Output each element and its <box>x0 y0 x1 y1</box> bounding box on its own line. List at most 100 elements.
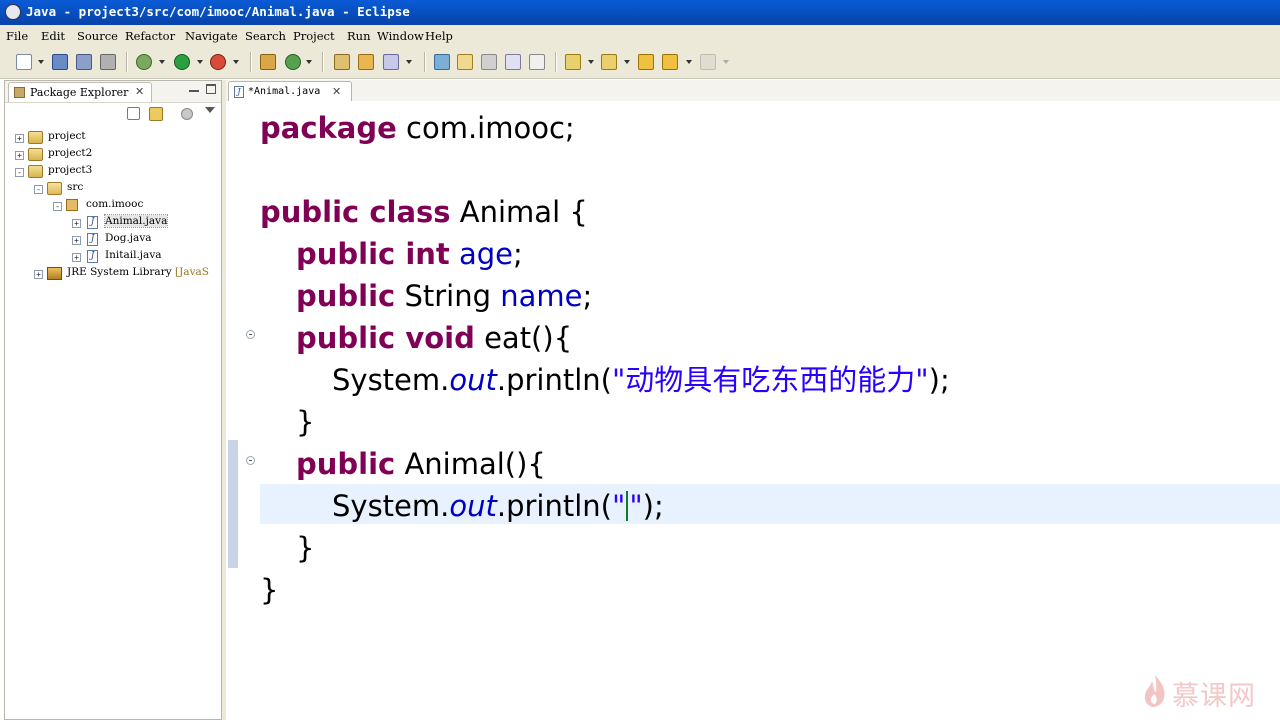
menu-navigate[interactable]: Navigate <box>185 29 238 43</box>
collapse-icon[interactable]: - <box>34 185 43 194</box>
menu-source[interactable]: Source <box>77 29 118 43</box>
collapse-all-icon[interactable] <box>127 107 140 120</box>
toolbar-separator <box>424 52 426 72</box>
library-suffix: [JavaS <box>175 266 209 278</box>
expand-icon[interactable]: + <box>72 236 81 245</box>
project-folder-icon <box>28 131 43 144</box>
expand-icon[interactable]: + <box>72 219 81 228</box>
tree-item-label: com.imooc <box>86 198 144 210</box>
java-file-icon: J <box>234 86 244 98</box>
project-folder-icon <box>28 165 43 178</box>
tree-item-label: src <box>67 181 84 193</box>
code-line-9: public Animal(){ <box>296 447 546 481</box>
close-icon[interactable]: ✕ <box>332 85 341 98</box>
change-marker <box>228 440 238 568</box>
package-explorer-panel: Package Explorer ✕ + project + project2 … <box>4 80 222 720</box>
code-line-5: public String name; <box>296 279 593 313</box>
collapse-icon[interactable]: - <box>53 202 62 211</box>
text-cursor <box>626 491 629 521</box>
save-icon[interactable] <box>52 54 68 70</box>
forward-dropdown-icon[interactable] <box>723 60 729 64</box>
search-dropdown-icon[interactable] <box>406 60 412 64</box>
toggle-mark-occurrences-icon[interactable] <box>434 54 450 70</box>
java-file-icon: J <box>87 250 98 263</box>
new-java-package-icon[interactable] <box>260 54 276 70</box>
toolbar-separator <box>126 52 128 72</box>
back-icon[interactable] <box>662 54 678 70</box>
previous-annotation-icon[interactable] <box>601 54 617 70</box>
editor-gutter[interactable] <box>226 101 240 720</box>
open-type-icon[interactable] <box>334 54 350 70</box>
run-dropdown-icon[interactable] <box>197 60 203 64</box>
external-tools-dropdown-icon[interactable] <box>233 60 239 64</box>
show-whitespace-icon[interactable] <box>505 54 521 70</box>
fold-collapse-icon[interactable] <box>246 456 255 465</box>
tree-item-label: project2 <box>48 147 93 159</box>
code-line-6: public void eat(){ <box>296 321 573 355</box>
run-icon[interactable] <box>174 54 190 70</box>
menu-window[interactable]: Window <box>377 29 424 43</box>
watermark: 慕课网 <box>1138 672 1274 712</box>
new-class-dropdown-icon[interactable] <box>306 60 312 64</box>
menu-help[interactable]: Help <box>425 29 453 43</box>
tab-animal-java[interactable]: J *Animal.java ✕ <box>228 81 352 102</box>
package-icon <box>66 199 78 211</box>
watermark-text: 慕课网 <box>1172 681 1256 712</box>
package-explorer-toolbar <box>5 102 221 126</box>
last-edit-location-icon[interactable] <box>638 54 654 70</box>
code-line-3: public class Animal { <box>260 195 588 229</box>
editor-tab-bar: J *Animal.java ✕ <box>226 80 1280 102</box>
save-all-icon[interactable] <box>76 54 92 70</box>
menu-edit[interactable]: Edit <box>41 29 65 43</box>
expand-icon[interactable]: + <box>72 253 81 262</box>
next-annotation-icon[interactable] <box>565 54 581 70</box>
expand-icon[interactable]: + <box>15 151 24 160</box>
toggle-breadcrumb-icon[interactable] <box>481 54 497 70</box>
maximize-icon[interactable] <box>206 84 216 94</box>
tab-package-explorer[interactable]: Package Explorer ✕ <box>8 82 152 102</box>
menu-run[interactable]: Run <box>347 29 370 43</box>
external-tools-icon[interactable] <box>210 54 226 70</box>
collapse-icon[interactable]: - <box>15 168 24 177</box>
toolbar-separator <box>250 52 252 72</box>
block-selection-icon[interactable] <box>529 54 545 70</box>
forward-icon[interactable] <box>700 54 716 70</box>
tree-item-label: project3 <box>48 164 93 176</box>
fold-collapse-icon[interactable] <box>246 330 255 339</box>
menu-bar: File Edit Source Refactor Navigate Searc… <box>0 25 1280 48</box>
link-with-editor-icon[interactable] <box>149 107 163 121</box>
tree-item-label: Dog.java <box>105 232 152 244</box>
editor-tab-label: *Animal.java <box>248 86 321 97</box>
menu-project[interactable]: Project <box>293 29 335 43</box>
open-folder-icon[interactable] <box>358 54 374 70</box>
package-explorer-icon <box>14 87 25 98</box>
menu-file[interactable]: File <box>6 29 28 43</box>
tree-item-label: JRE System Library [JavaS <box>67 266 209 278</box>
expand-icon[interactable]: + <box>34 270 43 279</box>
expand-icon[interactable]: + <box>15 134 24 143</box>
focus-icon[interactable] <box>181 108 193 120</box>
previous-annotation-dropdown-icon[interactable] <box>624 60 630 64</box>
java-file-icon: J <box>87 233 98 246</box>
debug-icon[interactable] <box>136 54 152 70</box>
menu-search[interactable]: Search <box>245 29 286 43</box>
minimize-icon[interactable] <box>189 90 199 92</box>
code-line-11: } <box>296 531 315 565</box>
new-dropdown-icon[interactable] <box>38 60 44 64</box>
print-icon[interactable] <box>100 54 116 70</box>
debug-dropdown-icon[interactable] <box>159 60 165 64</box>
tree-item-label: project <box>48 130 86 142</box>
view-menu-icon[interactable] <box>205 107 215 113</box>
window-title-bar[interactable]: Java - project3/src/com/imooc/Animal.jav… <box>0 0 1280 25</box>
menu-refactor[interactable]: Refactor <box>125 29 175 43</box>
back-dropdown-icon[interactable] <box>686 60 692 64</box>
toggle-highlight-icon[interactable] <box>457 54 473 70</box>
next-annotation-dropdown-icon[interactable] <box>588 60 594 64</box>
code-line-12: } <box>260 573 279 607</box>
tree-item-label: Animal.java <box>103 214 169 228</box>
main-toolbar <box>0 47 1280 79</box>
new-java-class-icon[interactable] <box>285 54 301 70</box>
close-icon[interactable]: ✕ <box>135 85 144 98</box>
new-icon[interactable] <box>16 54 32 70</box>
search-icon[interactable] <box>383 54 399 70</box>
